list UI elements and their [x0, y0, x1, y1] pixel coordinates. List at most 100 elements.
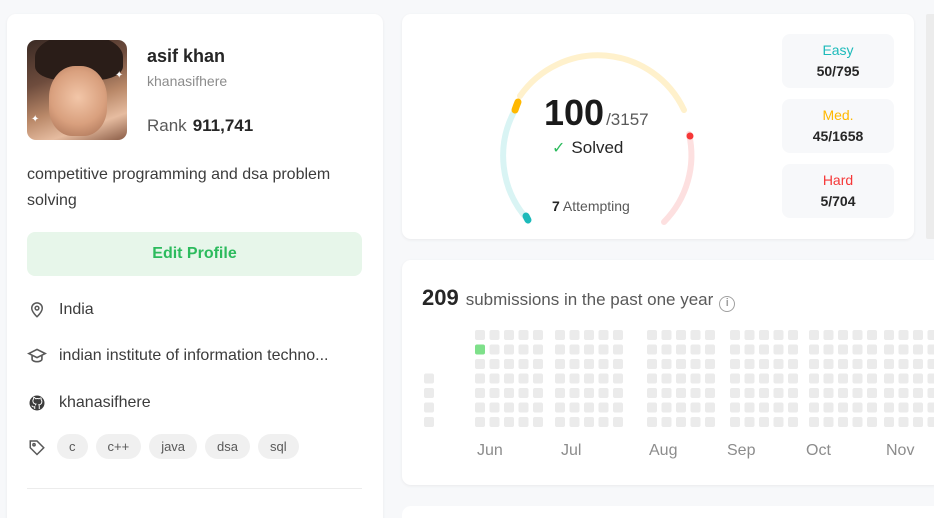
heatmap-cell[interactable]	[898, 402, 909, 413]
heatmap-cell[interactable]	[744, 417, 755, 427]
heatmap-cell[interactable]	[489, 417, 500, 427]
heatmap-cell[interactable]	[584, 359, 594, 369]
heatmap-cell[interactable]	[647, 388, 657, 398]
heatmap-cell[interactable]	[759, 373, 769, 384]
heatmap-cell[interactable]	[504, 417, 514, 427]
heatmap-cell[interactable]	[504, 344, 514, 355]
heatmap-cell[interactable]	[661, 402, 672, 413]
heatmap-cell[interactable]	[809, 388, 819, 398]
heatmap-cell[interactable]	[475, 388, 485, 398]
heatmap-cell[interactable]	[773, 373, 784, 384]
heatmap-cell[interactable]	[518, 417, 529, 427]
heatmap-cell[interactable]	[661, 388, 672, 398]
heatmap-cell[interactable]	[533, 373, 543, 384]
heatmap-cell[interactable]	[518, 330, 529, 340]
heatmap-cell[interactable]	[838, 359, 848, 369]
heatmap-cell[interactable]	[730, 417, 740, 427]
heatmap-cell[interactable]	[569, 330, 580, 340]
heatmap-cell[interactable]	[913, 388, 923, 398]
heatmap-cell[interactable]	[705, 388, 715, 398]
heatmap-cell[interactable]	[555, 402, 565, 413]
easy-box[interactable]: Easy 50/795	[782, 34, 894, 88]
heatmap-cell[interactable]	[569, 359, 580, 369]
heatmap-cell[interactable]	[584, 344, 594, 355]
heatmap-cell[interactable]	[852, 373, 863, 384]
heatmap-cell[interactable]	[475, 373, 485, 384]
heatmap-cell[interactable]	[533, 344, 543, 355]
hard-box[interactable]: Hard 5/704	[782, 164, 894, 218]
heatmap-cell[interactable]	[489, 344, 500, 355]
heatmap-cell[interactable]	[475, 344, 485, 355]
heatmap-cell[interactable]	[489, 388, 500, 398]
heatmap-cell[interactable]	[489, 402, 500, 413]
heatmap-cell[interactable]	[898, 388, 909, 398]
heatmap-cell[interactable]	[584, 388, 594, 398]
heatmap-cell[interactable]	[852, 402, 863, 413]
heatmap-cell[interactable]	[489, 359, 500, 369]
heatmap-cell[interactable]	[913, 330, 923, 340]
heatmap-cell[interactable]	[598, 344, 609, 355]
heatmap-cell[interactable]	[676, 417, 686, 427]
heatmap-cell[interactable]	[598, 417, 609, 427]
heatmap-cell[interactable]	[759, 402, 769, 413]
heatmap-cell[interactable]	[927, 344, 934, 355]
skill-tag[interactable]: dsa	[205, 434, 251, 459]
heatmap-cell[interactable]	[598, 373, 609, 384]
heatmap-cell[interactable]	[744, 344, 755, 355]
heatmap-cell[interactable]	[884, 417, 894, 427]
heatmap-cell[interactable]	[424, 417, 434, 427]
heatmap-cell[interactable]	[838, 417, 848, 427]
github-text[interactable]: khanasifhere	[59, 394, 151, 412]
medium-box[interactable]: Med. 45/1658	[782, 99, 894, 153]
heatmap-cell[interactable]	[661, 330, 672, 340]
heatmap-cell[interactable]	[647, 402, 657, 413]
heatmap-cell[interactable]	[613, 417, 623, 427]
heatmap-cell[interactable]	[867, 417, 877, 427]
heatmap-cell[interactable]	[884, 388, 894, 398]
heatmap-cell[interactable]	[759, 330, 769, 340]
heatmap-cell[interactable]	[504, 359, 514, 369]
heatmap-cell[interactable]	[927, 359, 934, 369]
heatmap-cell[interactable]	[705, 417, 715, 427]
heatmap-cell[interactable]	[533, 402, 543, 413]
heatmap-cell[interactable]	[676, 388, 686, 398]
heatmap-cell[interactable]	[504, 330, 514, 340]
heatmap-cell[interactable]	[809, 359, 819, 369]
edit-profile-button[interactable]: Edit Profile	[27, 232, 362, 276]
heatmap-cell[interactable]	[613, 388, 623, 398]
heatmap-cell[interactable]	[598, 330, 609, 340]
heatmap-cell[interactable]	[647, 373, 657, 384]
heatmap-cell[interactable]	[823, 417, 834, 427]
heatmap-cell[interactable]	[705, 330, 715, 340]
heatmap-cell[interactable]	[504, 373, 514, 384]
heatmap-cell[interactable]	[773, 359, 784, 369]
heatmap-cell[interactable]	[584, 402, 594, 413]
heatmap-cell[interactable]	[475, 417, 485, 427]
heatmap-cell[interactable]	[569, 402, 580, 413]
heatmap-cell[interactable]	[690, 417, 701, 427]
heatmap-cell[interactable]	[730, 402, 740, 413]
heatmap-cell[interactable]	[898, 373, 909, 384]
heatmap-cell[interactable]	[705, 402, 715, 413]
heatmap-cell[interactable]	[424, 402, 434, 413]
heatmap-cell[interactable]	[489, 330, 500, 340]
heatmap-cell[interactable]	[838, 344, 848, 355]
heatmap-cell[interactable]	[533, 417, 543, 427]
heatmap-cell[interactable]	[569, 373, 580, 384]
heatmap-cell[interactable]	[913, 344, 923, 355]
heatmap-cell[interactable]	[759, 417, 769, 427]
avatar[interactable]: ✦ ✦	[27, 40, 127, 140]
heatmap-cell[interactable]	[867, 373, 877, 384]
heatmap-cell[interactable]	[584, 417, 594, 427]
heatmap-cell[interactable]	[823, 402, 834, 413]
heatmap-cell[interactable]	[584, 373, 594, 384]
heatmap-cell[interactable]	[898, 359, 909, 369]
heatmap-cell[interactable]	[613, 373, 623, 384]
heatmap-cell[interactable]	[809, 330, 819, 340]
heatmap-cell[interactable]	[927, 388, 934, 398]
heatmap-cell[interactable]	[773, 388, 784, 398]
heatmap-cell[interactable]	[773, 344, 784, 355]
heatmap-cell[interactable]	[852, 417, 863, 427]
heatmap-cell[interactable]	[823, 330, 834, 340]
heatmap-cell[interactable]	[690, 330, 701, 340]
